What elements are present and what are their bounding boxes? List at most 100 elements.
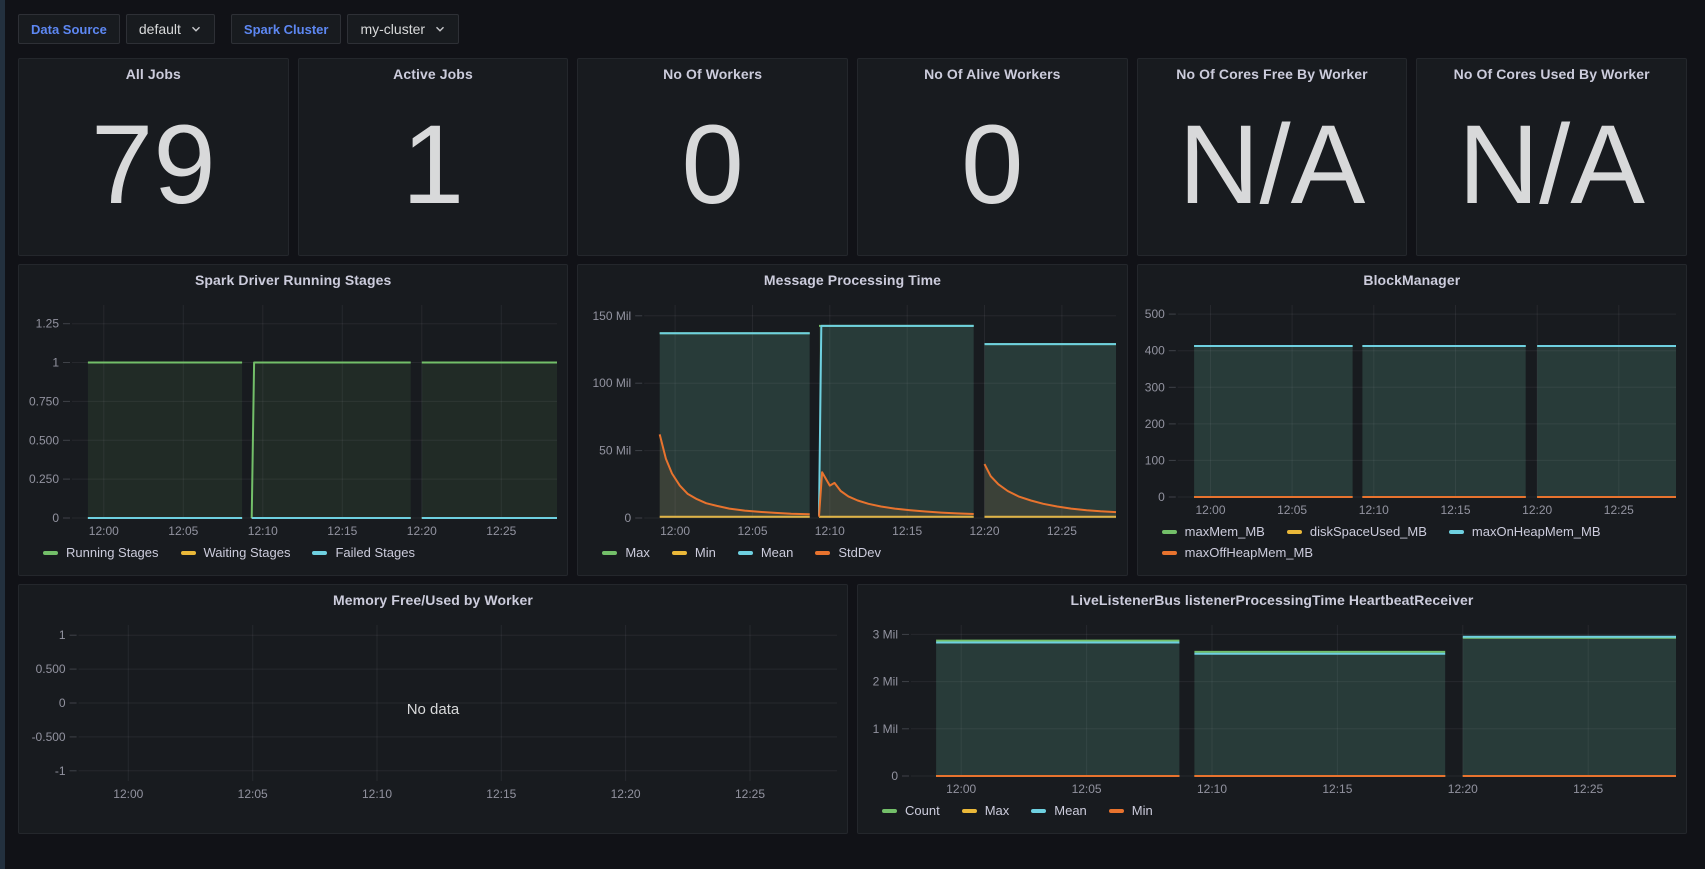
- stat-panel-no-of-workers: No Of Workers0: [577, 58, 848, 256]
- svg-text:200: 200: [1144, 417, 1164, 431]
- legend-label: StdDev: [838, 544, 881, 561]
- svg-text:12:15: 12:15: [893, 524, 923, 538]
- svg-text:1 Mil: 1 Mil: [873, 722, 898, 736]
- legend-swatch: [962, 809, 977, 813]
- chart-svg: 00.2500.5000.75011.2512:0012:0512:1012:1…: [19, 295, 567, 540]
- legend-swatch: [882, 809, 897, 813]
- legend-swatch: [672, 551, 687, 555]
- plot-area[interactable]: -1-0.50000.500112:0012:0512:1012:1512:20…: [19, 615, 847, 803]
- legend-item-max[interactable]: Max: [962, 802, 1010, 819]
- svg-text:12:15: 12:15: [1322, 782, 1352, 796]
- stats-row: All Jobs79Active Jobs1No Of Workers0No O…: [18, 58, 1687, 256]
- legend-item-maxoffheapmem-mb[interactable]: maxOffHeapMem_MB: [1162, 544, 1313, 561]
- panel-title[interactable]: All Jobs: [19, 59, 288, 89]
- svg-text:12:05: 12:05: [168, 524, 198, 538]
- legend-item-maxonheapmem-mb[interactable]: maxOnHeapMem_MB: [1449, 523, 1601, 540]
- legend-swatch: [1449, 530, 1464, 534]
- legend-label: diskSpaceUsed_MB: [1310, 523, 1427, 540]
- legend-item-mean[interactable]: Mean: [1031, 802, 1087, 819]
- svg-text:12:05: 12:05: [238, 787, 268, 801]
- chevron-down-icon: [190, 23, 202, 35]
- legend-label: maxMem_MB: [1185, 523, 1265, 540]
- variable-label-spark-cluster[interactable]: Spark Cluster: [231, 14, 342, 44]
- svg-text:100: 100: [1144, 453, 1164, 467]
- legend-item-running-stages[interactable]: Running Stages: [43, 544, 159, 561]
- dashboard-submenu: Data Source default Spark Cluster my-clu…: [18, 14, 1687, 44]
- stat-panel-all-jobs: All Jobs79: [18, 58, 289, 256]
- legend-item-waiting-stages[interactable]: Waiting Stages: [181, 544, 291, 561]
- variable-value-spark-cluster: my-cluster: [360, 21, 425, 37]
- legend-item-min[interactable]: Min: [1109, 802, 1153, 819]
- variable-data-source: Data Source default: [18, 14, 215, 44]
- svg-text:12:10: 12:10: [362, 787, 392, 801]
- svg-text:12:00: 12:00: [660, 524, 690, 538]
- chart-panel-spark-driver-running-stages: Spark Driver Running Stages00.2500.5000.…: [18, 264, 568, 576]
- svg-text:12:10: 12:10: [248, 524, 278, 538]
- legend-item-max[interactable]: Max: [602, 544, 650, 561]
- legend-item-stddev[interactable]: StdDev: [815, 544, 881, 561]
- plot-area[interactable]: 01 Mil2 Mil3 Mil12:0012:0512:1012:1512:2…: [858, 615, 1686, 798]
- chevron-down-icon: [434, 23, 446, 35]
- variable-spark-cluster: Spark Cluster my-cluster: [231, 14, 459, 44]
- variable-label-data-source[interactable]: Data Source: [18, 14, 120, 44]
- panel-title[interactable]: Message Processing Time: [578, 265, 1126, 295]
- legend-label: Max: [625, 544, 650, 561]
- legend-swatch: [815, 551, 830, 555]
- chart-svg: 050 Mil100 Mil150 Mil12:0012:0512:1012:1…: [578, 295, 1126, 540]
- variable-picker-spark-cluster[interactable]: my-cluster: [347, 14, 459, 44]
- svg-text:12:10: 12:10: [815, 524, 845, 538]
- svg-text:0: 0: [625, 511, 632, 525]
- legend-spacer: [19, 803, 847, 833]
- panel-title[interactable]: No Of Cores Used By Worker: [1417, 59, 1686, 89]
- svg-text:12:10: 12:10: [1358, 503, 1388, 517]
- legend-label: maxOnHeapMem_MB: [1472, 523, 1601, 540]
- panel-title[interactable]: Spark Driver Running Stages: [19, 265, 567, 295]
- panel-title[interactable]: Memory Free/Used by Worker: [19, 585, 847, 615]
- plot-area[interactable]: 010020030040050012:0012:0512:1012:1512:2…: [1138, 295, 1686, 519]
- svg-text:12:20: 12:20: [611, 787, 641, 801]
- dashboard: Data Source default Spark Cluster my-clu…: [0, 0, 1705, 834]
- chart-panel-blockmanager: BlockManager010020030040050012:0012:0512…: [1137, 264, 1687, 576]
- legend-item-maxmem-mb[interactable]: maxMem_MB: [1162, 523, 1265, 540]
- legend-label: Min: [695, 544, 716, 561]
- stat-value: 1: [299, 89, 568, 255]
- stat-panel-no-of-cores-free-by-worker: No Of Cores Free By WorkerN/A: [1137, 58, 1408, 256]
- svg-text:12:15: 12:15: [327, 524, 357, 538]
- legend-item-count[interactable]: Count: [882, 802, 940, 819]
- panel-title[interactable]: Active Jobs: [299, 59, 568, 89]
- svg-text:1: 1: [59, 628, 66, 642]
- legend-swatch: [181, 551, 196, 555]
- svg-text:0.500: 0.500: [29, 433, 59, 447]
- legend-item-min[interactable]: Min: [672, 544, 716, 561]
- svg-text:12:25: 12:25: [735, 787, 765, 801]
- svg-text:50 Mil: 50 Mil: [600, 444, 632, 458]
- svg-text:12:25: 12:25: [1047, 524, 1077, 538]
- svg-text:500: 500: [1144, 307, 1164, 321]
- variable-picker-data-source[interactable]: default: [126, 14, 215, 44]
- legend-item-diskspaceused-mb[interactable]: diskSpaceUsed_MB: [1287, 523, 1427, 540]
- legend-label: Running Stages: [66, 544, 159, 561]
- stat-value: N/A: [1417, 89, 1686, 255]
- legend: Max Min Mean StdDev: [578, 540, 1126, 575]
- svg-text:12:20: 12:20: [1448, 782, 1478, 796]
- panel-title[interactable]: LiveListenerBus listenerProcessingTime H…: [858, 585, 1686, 615]
- svg-text:0.750: 0.750: [29, 394, 59, 408]
- stat-value: 0: [858, 89, 1127, 255]
- chart-svg: 01 Mil2 Mil3 Mil12:0012:0512:1012:1512:2…: [858, 615, 1686, 798]
- panel-title[interactable]: No Of Alive Workers: [858, 59, 1127, 89]
- legend-item-failed-stages[interactable]: Failed Stages: [312, 544, 415, 561]
- svg-text:12:20: 12:20: [970, 524, 1000, 538]
- svg-text:100 Mil: 100 Mil: [593, 376, 632, 390]
- panel-title[interactable]: No Of Cores Free By Worker: [1138, 59, 1407, 89]
- plot-area[interactable]: 00.2500.5000.75011.2512:0012:0512:1012:1…: [19, 295, 567, 540]
- svg-text:12:00: 12:00: [113, 787, 143, 801]
- panel-title[interactable]: No Of Workers: [578, 59, 847, 89]
- plot-area[interactable]: 050 Mil100 Mil150 Mil12:0012:0512:1012:1…: [578, 295, 1126, 540]
- panel-title[interactable]: BlockManager: [1138, 265, 1686, 295]
- svg-text:12:05: 12:05: [1072, 782, 1102, 796]
- svg-text:12:25: 12:25: [486, 524, 516, 538]
- legend-swatch: [602, 551, 617, 555]
- svg-text:300: 300: [1144, 380, 1164, 394]
- legend-item-mean[interactable]: Mean: [738, 544, 794, 561]
- legend-swatch: [1162, 551, 1177, 555]
